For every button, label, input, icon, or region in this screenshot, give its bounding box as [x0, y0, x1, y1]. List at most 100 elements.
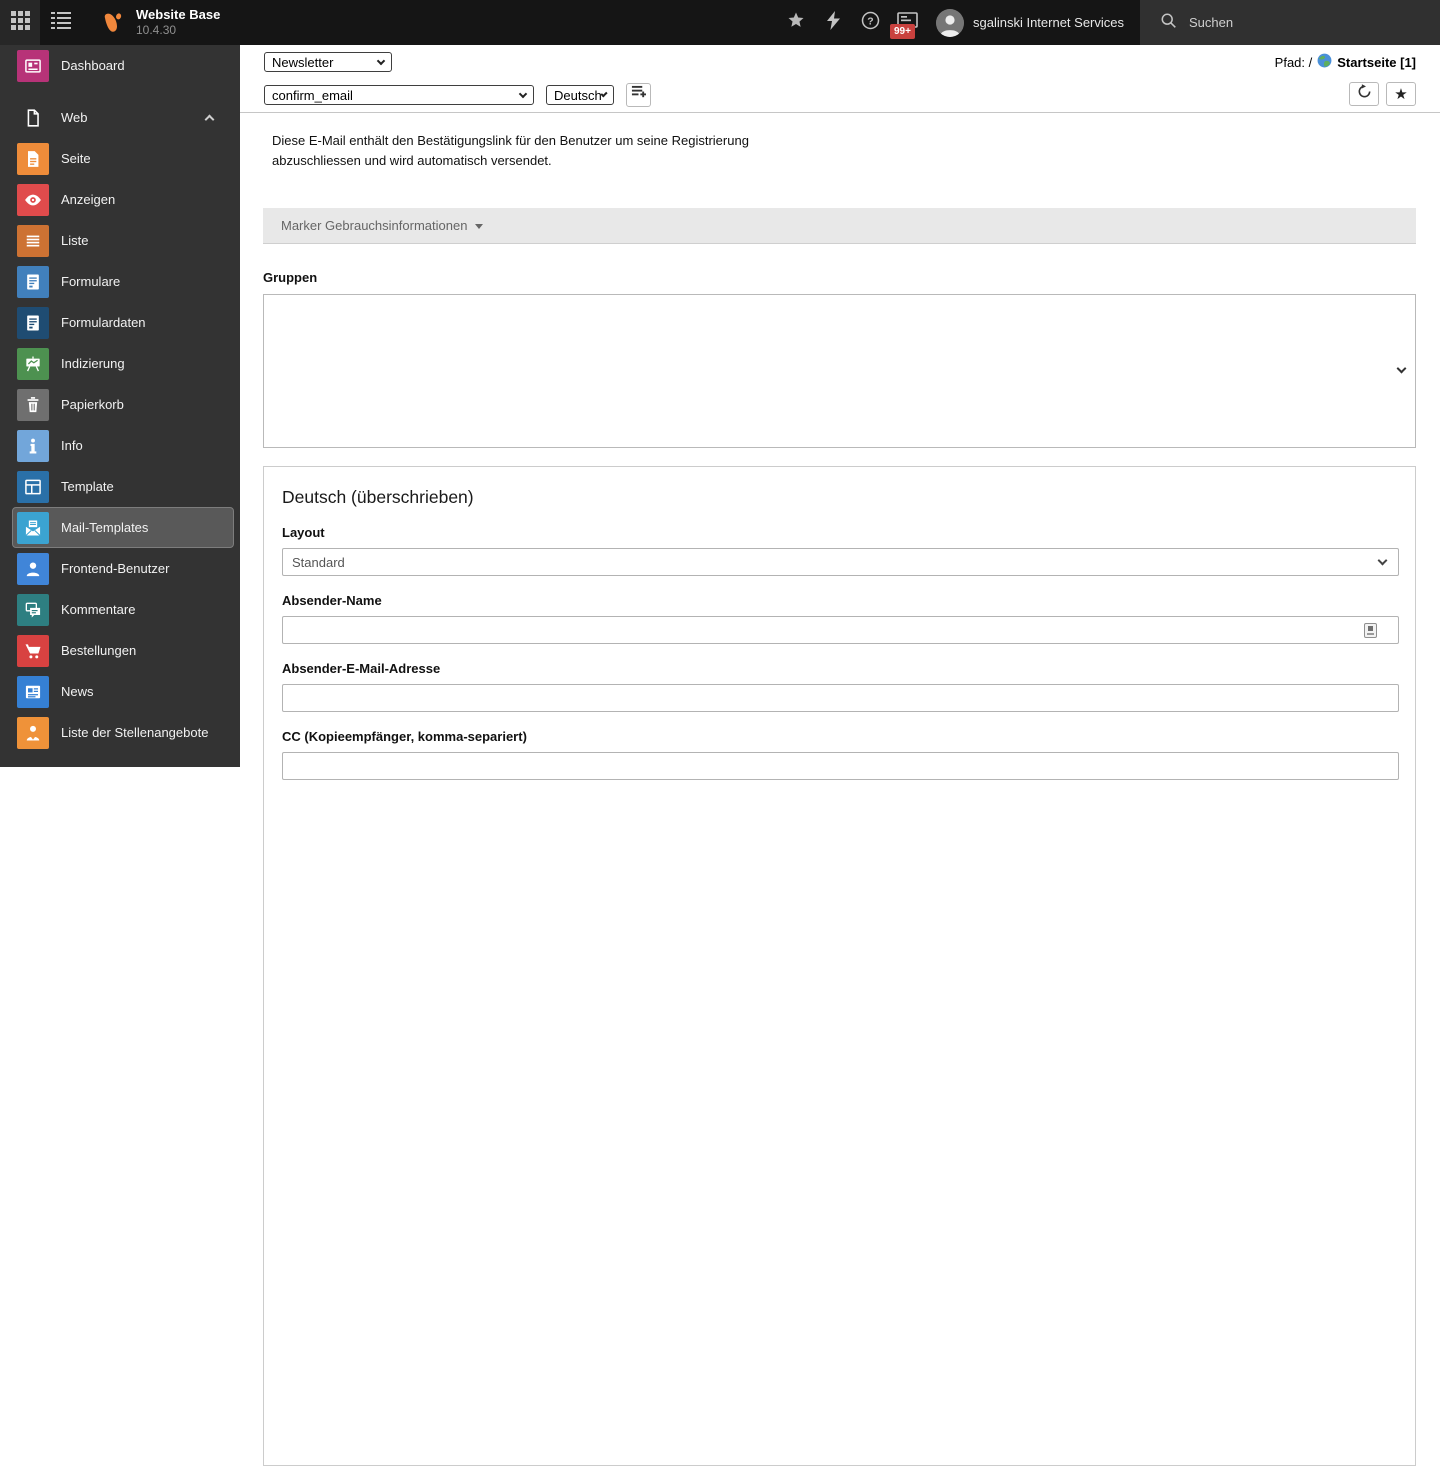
select-value: Standard: [292, 554, 345, 570]
chevron-down-icon: [1396, 363, 1407, 374]
cart-icon: [17, 634, 49, 667]
form-group: Absender-Name: [282, 593, 1399, 645]
sidebar-item-anzeigen[interactable]: Anzeigen: [12, 179, 234, 220]
bookmark-star-icon: ★: [1394, 85, 1408, 103]
system-information-toolbar-button[interactable]: 99+: [889, 0, 926, 45]
groups-multiselect[interactable]: [263, 294, 1416, 449]
clear-cache-toolbar-button[interactable]: [815, 0, 852, 45]
sidebar-item-formulardaten[interactable]: Formulardaten: [12, 302, 234, 343]
marker-info-panel-toggle[interactable]: Marker Gebrauchsinformationen: [263, 208, 1416, 245]
sidebar-menu: Dashboard Web Seite Anzeigen Liste Formulare F…: [0, 45, 240, 753]
topbar-search[interactable]: Suchen: [1140, 0, 1440, 45]
typo3-version: 10.4.30: [136, 23, 177, 38]
language-value: Deutsch: [554, 87, 602, 103]
refresh-icon: [1357, 84, 1372, 104]
sidebar-item-indizierung[interactable]: Indizierung: [12, 343, 234, 384]
notification-count-badge: 99+: [889, 24, 915, 39]
news-icon: [17, 675, 49, 708]
sidebar-item-kommentare[interactable]: Kommentare: [12, 589, 234, 630]
sidebar-item-label: Anzeigen: [61, 192, 116, 207]
marker-info-label: Marker Gebrauchsinformationen: [281, 218, 468, 234]
page-tree-toggle-button[interactable]: [40, 0, 82, 45]
docheader: Newsletter Pfad: / Startseite [1] confir…: [240, 45, 1440, 113]
sidebar-item-label: Seite: [61, 151, 91, 166]
view-icon: [17, 183, 49, 216]
path-label: Pfad: /: [1274, 54, 1313, 70]
absender-e-mail-adresse-input[interactable]: [282, 684, 1399, 713]
chevron-down-icon: [376, 56, 386, 65]
form-group: Layout Standard: [282, 525, 1399, 577]
field-label: Layout: [282, 525, 325, 541]
sidebar-item-mail-templates[interactable]: Mail-Templates: [12, 507, 234, 548]
template-icon: [17, 470, 49, 503]
new-record-icon: [631, 85, 646, 105]
sidebar-item-label: Papierkorb: [61, 397, 124, 412]
sidebar-item-label: Web: [61, 110, 88, 125]
jobs-icon: [17, 716, 49, 749]
module-content: Newsletter Pfad: / Startseite [1] confir…: [240, 45, 1440, 1466]
sidebar-item-label: Formulardaten: [61, 315, 146, 330]
absender-name-input[interactable]: [282, 616, 1399, 645]
site-title-block: Website Base 10.4.30: [136, 0, 220, 45]
sidebar-item-label: Dashboard: [61, 58, 125, 73]
sidebar-item-frontend-benutzer[interactable]: Frontend-Benutzer: [12, 548, 234, 589]
sidebar-item-formulare[interactable]: Formulare: [12, 261, 234, 302]
field-label: Absender-Name: [282, 593, 382, 609]
forms-icon: [17, 265, 49, 298]
form-data-icon: [17, 306, 49, 339]
user-menu-button[interactable]: sgalinski Internet Services: [926, 0, 1140, 45]
template-description: Diese E-Mail enthält den Bestätigungslin…: [272, 133, 749, 169]
current-page-title[interactable]: Startseite [1]: [1337, 55, 1416, 70]
template-type-select[interactable]: Newsletter: [264, 52, 392, 72]
mail-template-value: confirm_email: [272, 87, 353, 103]
language-select[interactable]: Deutsch: [546, 85, 614, 105]
breadcrumb: Pfad: / Startseite [1]: [1275, 53, 1416, 71]
sidebar-item-label: Frontend-Benutzer: [61, 561, 170, 576]
site-name: Website Base: [136, 6, 221, 22]
help-icon: ?: [861, 11, 880, 35]
module-menu-toggle-button[interactable]: [0, 0, 40, 45]
sidebar-item-dashboard[interactable]: Dashboard: [12, 45, 234, 86]
groups-label: Gruppen: [263, 270, 318, 286]
trash-icon: [17, 388, 49, 421]
module-body: Diese E-Mail enthält den Bestätigungslin…: [240, 113, 1440, 1466]
info-icon: [17, 429, 49, 462]
indexing-icon: [17, 347, 49, 380]
list-icon: [17, 224, 49, 257]
sidebar-item-papierkorb[interactable]: Papierkorb: [12, 384, 234, 425]
bolt-icon: [826, 10, 840, 35]
layout-select[interactable]: Standard: [282, 548, 1399, 577]
globe-icon: [1317, 53, 1332, 71]
sidebar-item-seite[interactable]: Seite: [12, 138, 234, 179]
chevron-down-icon: [1377, 555, 1388, 566]
new-record-button[interactable]: [626, 83, 651, 107]
help-toolbar-button[interactable]: ?: [852, 0, 889, 45]
form-group: Absender-E-Mail-Adresse: [282, 661, 1399, 713]
sidebar-item-liste-der-stellenangebote[interactable]: Liste der Stellenangebote: [12, 712, 234, 753]
sidebar-item-bestellungen[interactable]: Bestellungen: [12, 630, 234, 671]
module-menu: Dashboard Web Seite Anzeigen Liste Formulare F…: [0, 45, 240, 767]
section-fields: Layout Standard Absender-Name Absender-E-Ma…: [282, 525, 1399, 781]
user-icon: [17, 552, 49, 585]
value-picker-icon[interactable]: [1364, 623, 1377, 639]
topbar: Website Base 10.4.30 ? 99+ sgalinski Int…: [0, 0, 1440, 45]
typo3-logo: [98, 0, 126, 45]
sidebar-item-template[interactable]: Template: [12, 466, 234, 507]
sidebar-item-news[interactable]: News: [12, 671, 234, 712]
sidebar-item-label: Kommentare: [61, 602, 136, 617]
sidebar-item-web[interactable]: Web: [12, 97, 234, 138]
field-label: CC (Kopieempfänger, komma-separiert): [282, 729, 527, 745]
sidebar-item-liste[interactable]: Liste: [12, 220, 234, 261]
sidebar-item-info[interactable]: Info: [12, 425, 234, 466]
bookmarks-toolbar-button[interactable]: [778, 0, 815, 45]
sidebar-item-label: Bestellungen: [61, 643, 137, 658]
template-type-value: Newsletter: [272, 54, 334, 70]
sidebar-item-label: Mail-Templates: [61, 520, 149, 535]
field-label: Absender-E-Mail-Adresse: [282, 661, 441, 677]
bookmark-button[interactable]: ★: [1386, 82, 1416, 106]
chevron-up-icon: [204, 114, 215, 125]
page-icon: [17, 142, 49, 175]
mail-template-select[interactable]: confirm_email: [264, 85, 534, 105]
cc-kopieempf-nger-komma-separiert-input[interactable]: [282, 752, 1399, 781]
refresh-button[interactable]: [1349, 82, 1379, 106]
